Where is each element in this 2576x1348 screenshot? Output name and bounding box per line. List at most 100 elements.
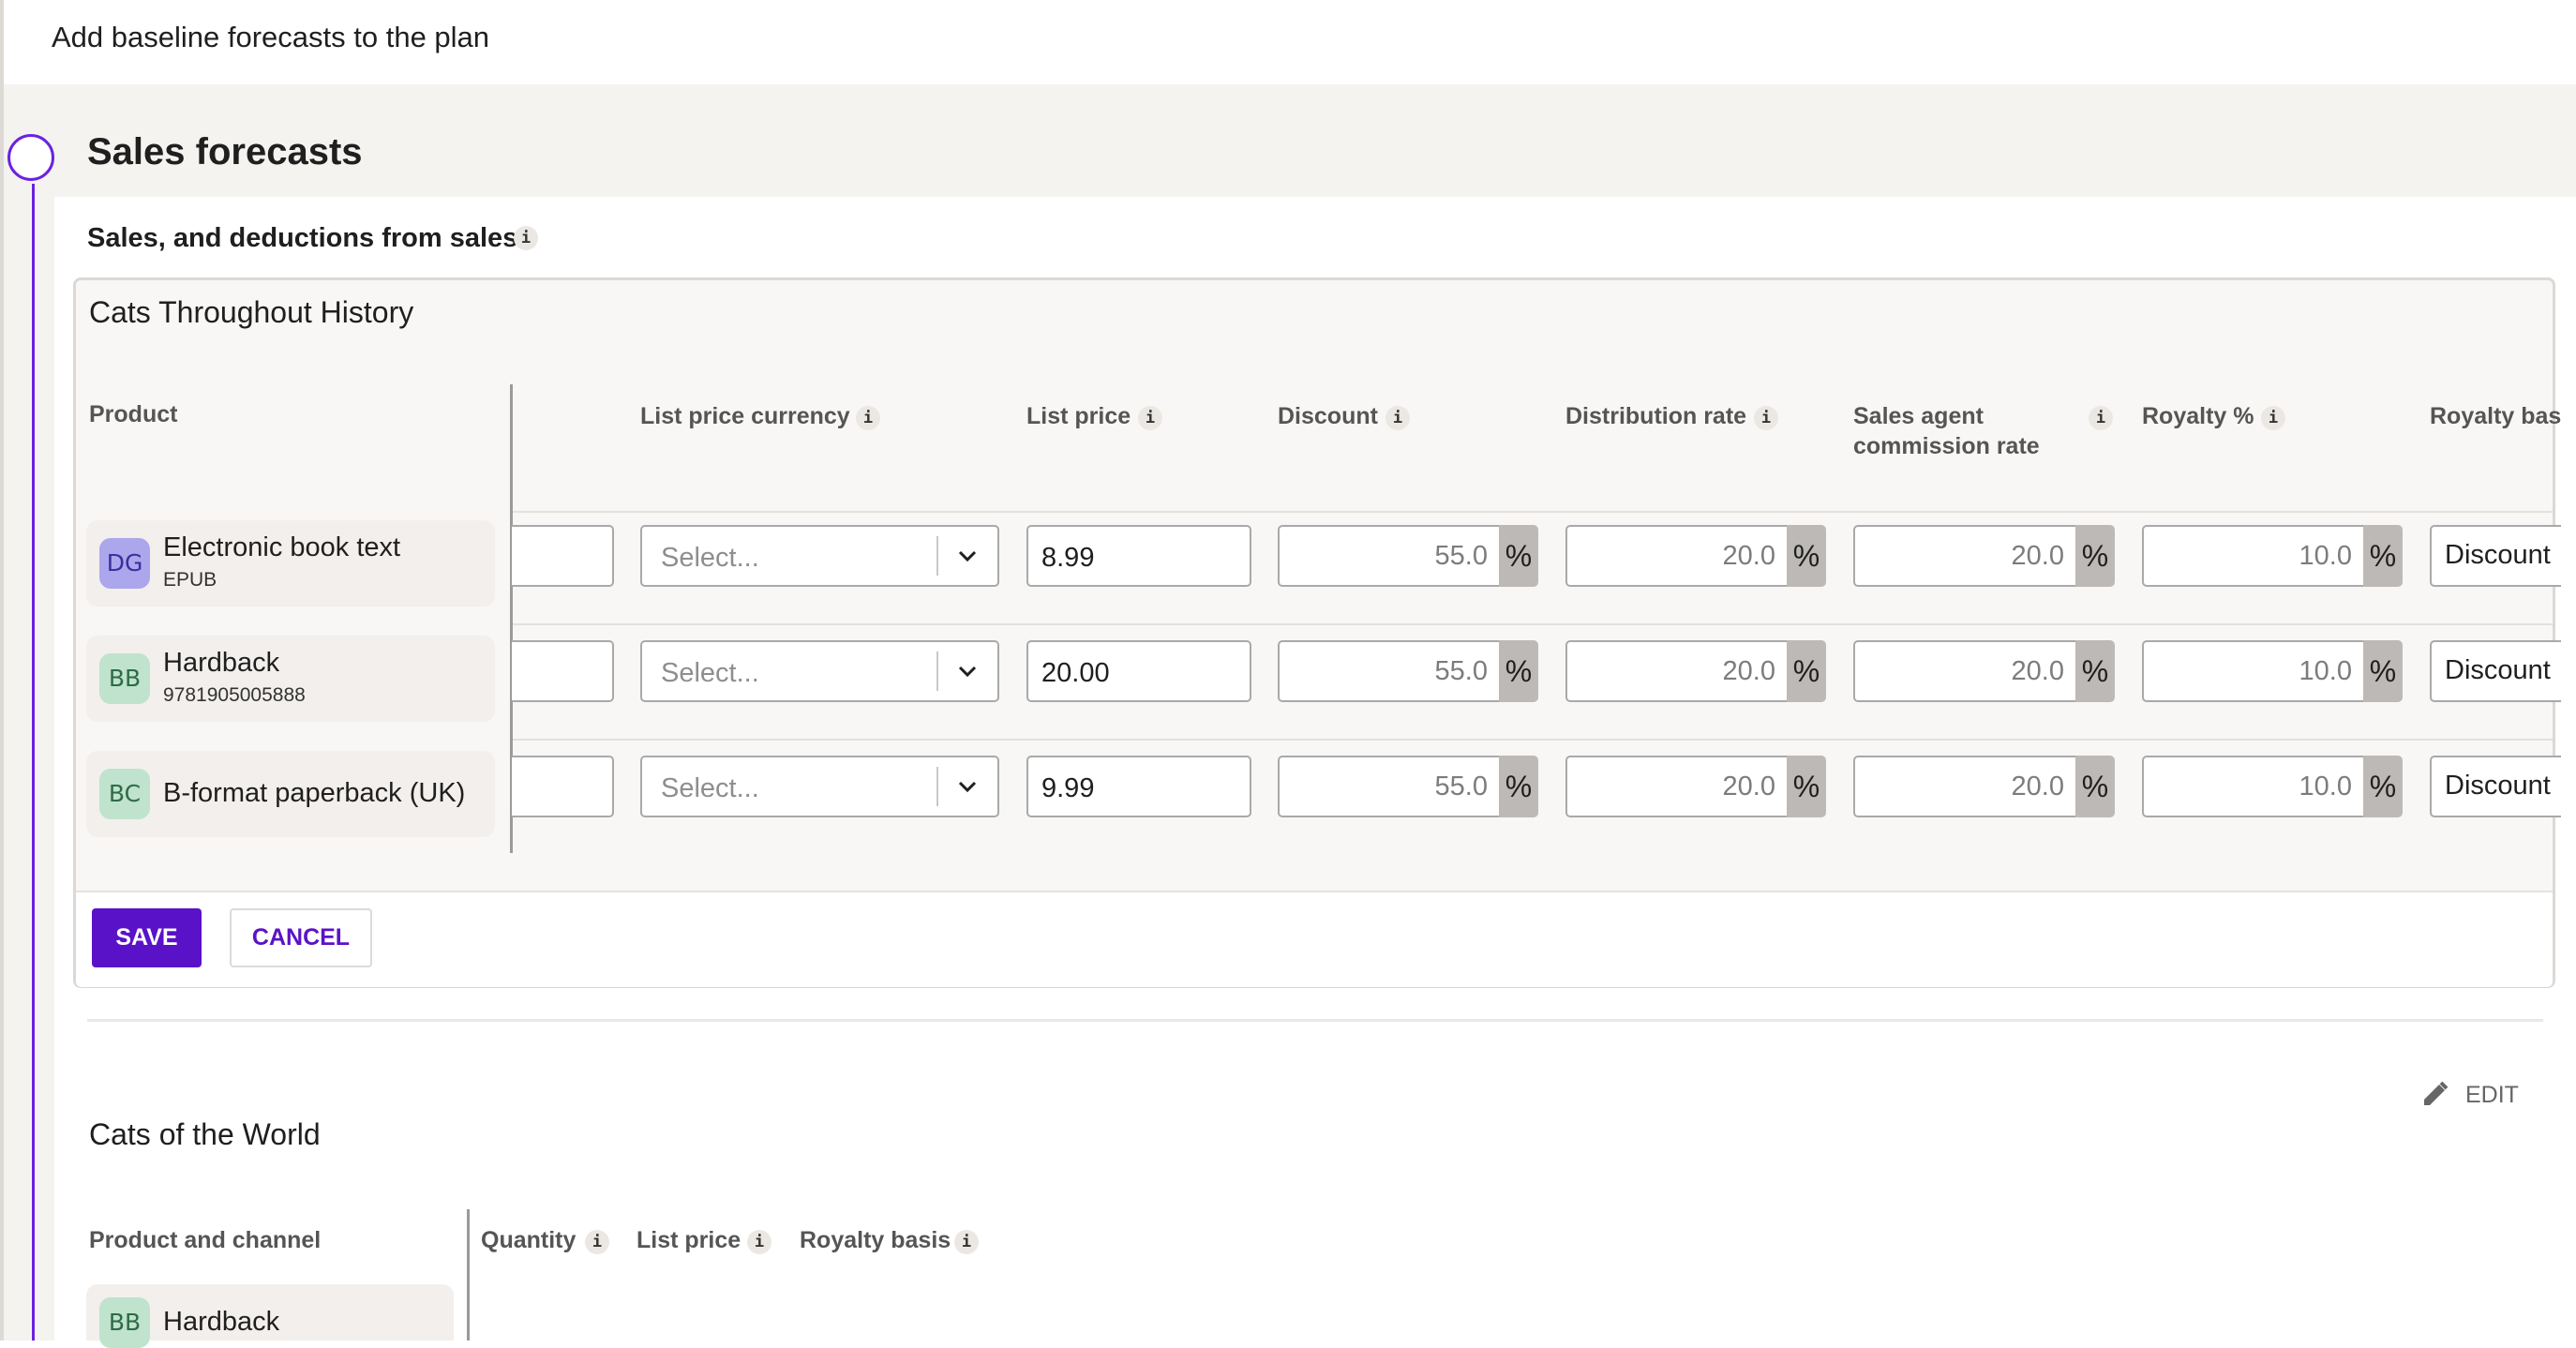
select-divider [936,536,938,576]
royalty-basis-select[interactable]: Discount [2430,756,2561,817]
percent-addon: % [2363,756,2403,817]
royalty-basis-value: Discount [2445,540,2551,570]
select-placeholder: Select... [661,543,759,573]
timeline-line [32,184,35,1341]
product-card: BB Hardback [86,1284,454,1348]
edit-button[interactable]: EDIT [2420,1077,2533,1111]
card-title: Cats of the World [89,1117,321,1151]
percent-addon: % [2075,525,2115,587]
distribution-rate-value: 20.0 [1565,756,1787,817]
list-price-input[interactable]: 9.99 [1026,756,1251,817]
distribution-rate-input[interactable]: 20.0 % [1565,756,1826,817]
royalty-basis-value: Discount [2445,771,2551,801]
list-price-value: 9.99 [1041,773,1095,803]
currency-select[interactable]: Select... [640,640,999,702]
royalty-percent-value: 10.0 [2142,525,2363,587]
cancel-button[interactable]: CANCEL [230,908,372,967]
info-icon[interactable]: i [856,406,880,430]
info-icon[interactable]: i [954,1230,979,1254]
discount-value: 55.0 [1278,640,1499,702]
avatar: DG [99,538,150,589]
discount-value: 55.0 [1278,756,1499,817]
avatar: BC [99,769,150,819]
select-divider [936,652,938,691]
sales-agent-rate-value: 20.0 [1853,525,2075,587]
product-subtitle: EPUB [163,569,217,591]
save-button[interactable]: SAVE [92,908,202,967]
info-icon[interactable]: i [1754,406,1778,430]
info-icon[interactable]: i [2089,406,2113,430]
percent-addon: % [1499,640,1538,702]
column-header-product: Product [89,401,178,427]
chevron-down-icon [958,781,977,793]
timeline-step-circle [7,134,54,181]
list-price-value: 20.00 [1041,658,1110,688]
info-icon[interactable]: i [2261,406,2285,430]
subtitle-info-icon[interactable]: i [514,226,538,250]
royalty-percent-input[interactable]: 10.0 % [2142,756,2403,817]
distribution-rate-input[interactable]: 20.0 % [1565,525,1826,587]
hidden-column-input[interactable] [512,640,614,702]
info-icon[interactable]: i [1138,406,1162,430]
column-header-quantity: Quantity [481,1227,577,1253]
percent-addon: % [1787,756,1826,817]
distribution-rate-value: 20.0 [1565,640,1787,702]
product-card: BC B-format paperback (UK) [86,751,495,837]
section-title: Sales forecasts [87,131,363,172]
currency-select[interactable]: Select... [640,525,999,587]
sales-agent-rate-input[interactable]: 20.0 % [1853,756,2115,817]
royalty-percent-input[interactable]: 10.0 % [2142,525,2403,587]
hidden-column-input[interactable] [512,525,614,587]
currency-select[interactable]: Select... [640,756,999,817]
product-name: Hardback [163,1307,280,1337]
card-title: Cats Throughout History [89,295,414,329]
sales-agent-rate-value: 20.0 [1853,756,2075,817]
column-header-sales-agent-line2: commission rate [1853,433,2040,459]
percent-addon: % [2075,640,2115,702]
select-placeholder: Select... [661,773,759,803]
sales-agent-rate-input[interactable]: 20.0 % [1853,640,2115,702]
discount-input[interactable]: 55.0 % [1278,525,1538,587]
discount-input[interactable]: 55.0 % [1278,756,1538,817]
product-name: B-format paperback (UK) [163,778,466,808]
row-divider [513,623,2553,625]
percent-addon: % [1499,756,1538,817]
edit-label: EDIT [2465,1082,2519,1108]
percent-addon: % [2363,640,2403,702]
percent-addon: % [1787,640,1826,702]
chevron-down-icon [958,666,977,678]
discount-value: 55.0 [1278,525,1499,587]
royalty-basis-select[interactable]: Discount [2430,525,2561,587]
info-icon[interactable]: i [747,1230,771,1254]
product-subtitle: 9781905005888 [163,684,306,706]
percent-addon: % [2363,525,2403,587]
percent-addon: % [2075,756,2115,817]
percent-addon: % [1787,525,1826,587]
avatar: BB [99,653,150,704]
column-header-royalty-basis: Royalty bas [2430,403,2562,429]
sales-agent-rate-value: 20.0 [1853,640,2075,702]
hidden-column-input[interactable] [512,756,614,817]
royalty-percent-value: 10.0 [2142,756,2363,817]
product-card: BB Hardback 9781905005888 [86,636,495,722]
product-name: Electronic book text [163,532,401,562]
product-forecast-card [73,277,2555,988]
distribution-rate-value: 20.0 [1565,525,1787,587]
list-price-input[interactable]: 20.00 [1026,640,1251,702]
royalty-percent-input[interactable]: 10.0 % [2142,640,2403,702]
column-header-product-channel: Product and channel [89,1227,322,1253]
discount-input[interactable]: 55.0 % [1278,640,1538,702]
royalty-basis-select[interactable]: Discount [2430,640,2561,702]
royalty-percent-value: 10.0 [2142,640,2363,702]
distribution-rate-input[interactable]: 20.0 % [1565,640,1826,702]
sales-agent-rate-input[interactable]: 20.0 % [1853,525,2115,587]
column-header-list-price-currency: List price currency [640,403,850,429]
section-subtitle: Sales, and deductions from sales [87,223,518,253]
select-divider [936,767,938,806]
product-card: DG Electronic book text EPUB [86,520,495,607]
info-icon[interactable]: i [1385,406,1410,430]
column-header-sales-agent-line1: Sales agent [1853,403,1984,429]
row-divider [513,739,2553,741]
list-price-input[interactable]: 8.99 [1026,525,1251,587]
info-icon[interactable]: i [585,1230,609,1254]
